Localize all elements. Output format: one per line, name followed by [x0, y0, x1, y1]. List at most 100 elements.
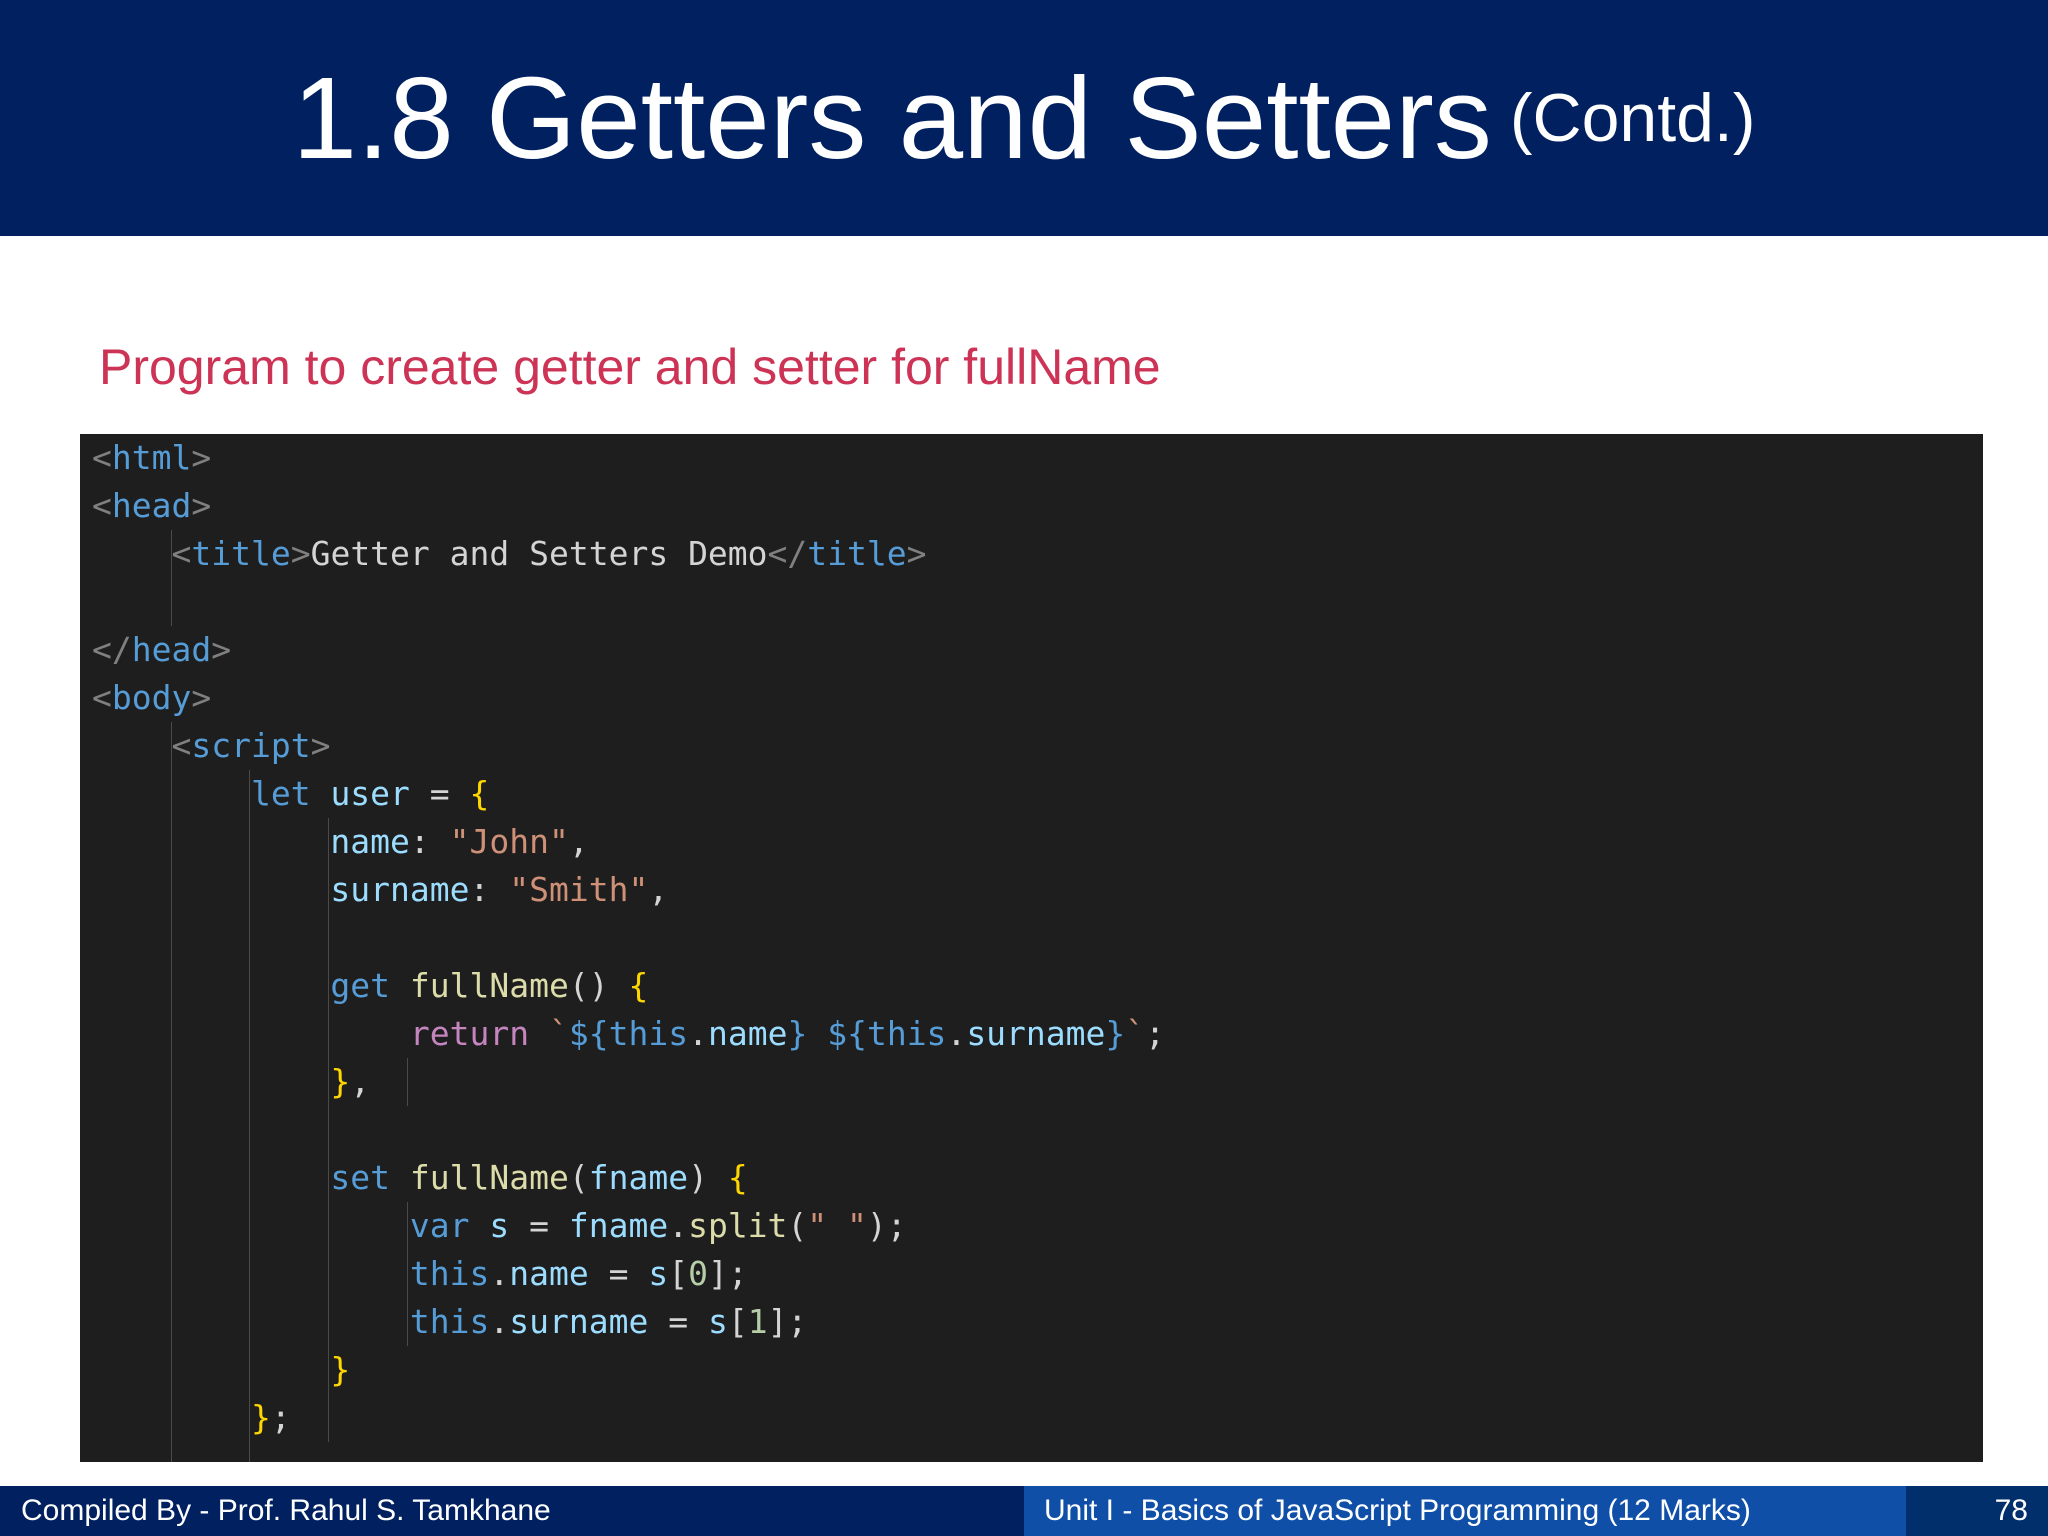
code-token: {: [628, 966, 649, 1005]
code-token: ,: [350, 1062, 371, 1101]
code-token: }: [1105, 1014, 1126, 1053]
code-token: " ": [807, 1206, 867, 1245]
code-token: >: [191, 486, 212, 525]
code-token: `: [548, 1014, 569, 1053]
code-token: `: [1125, 1014, 1146, 1053]
code-token: fullName: [409, 1158, 569, 1197]
code-token: get: [330, 966, 391, 1005]
code-token: "Smith": [509, 870, 649, 909]
code-token: return: [409, 1014, 530, 1053]
code-token: ,: [648, 870, 669, 909]
code-token: .: [668, 1206, 689, 1245]
code-line: this.surname = s[1];: [92, 1298, 807, 1346]
code-token: ];: [707, 1254, 748, 1293]
code-token: 1: [747, 1302, 768, 1341]
code-token: s: [489, 1206, 510, 1245]
indent-guide: [407, 1058, 408, 1106]
code-line: get fullName() {: [92, 962, 648, 1010]
code-token: body: [111, 678, 192, 717]
code-token: :: [409, 822, 450, 861]
code-line: return `${this.name} ${this.surname}`;: [92, 1010, 1165, 1058]
code-token: {: [469, 774, 490, 813]
code-token: user: [330, 774, 410, 813]
code-token: }: [787, 1014, 808, 1053]
code-line: }: [92, 1346, 350, 1394]
code-token: ${: [827, 1014, 867, 1053]
code-token: <: [92, 438, 112, 477]
slide-title: 1.8 Getters and Setters: [292, 53, 1492, 183]
code-token: fname: [568, 1206, 669, 1245]
code-token: }: [250, 1398, 271, 1437]
code-token: =: [648, 1302, 708, 1341]
code-line: },: [92, 1058, 370, 1106]
code-line: surname: "Smith",: [92, 866, 668, 914]
code-token: {: [727, 1158, 748, 1197]
code-token: var: [409, 1206, 470, 1245]
code-token: }: [330, 1350, 351, 1389]
code-token: ];: [767, 1302, 808, 1341]
code-token: surname: [330, 870, 470, 909]
code-line: set fullName(fname) {: [92, 1154, 748, 1202]
code-token: =: [588, 1254, 649, 1293]
code-token: this: [608, 1014, 689, 1053]
code-token: set: [330, 1158, 391, 1197]
code-token: >: [191, 678, 212, 717]
code-line: </head>: [92, 626, 231, 674]
code-line: this.name = s[0];: [92, 1250, 748, 1298]
code-token: Getter and Setters Demo: [310, 534, 768, 573]
code-token: =: [409, 774, 470, 813]
code-token: <: [92, 678, 112, 717]
code-token: <: [171, 534, 192, 573]
footer-page-number: 78: [1906, 1486, 2048, 1536]
code-token: title: [191, 534, 291, 573]
code-line: <html>: [92, 434, 211, 482]
code-token: this: [409, 1302, 490, 1341]
code-line: let user = {: [92, 770, 489, 818]
code-token: </: [767, 534, 808, 573]
code-token: .: [688, 1014, 708, 1053]
slide-footer: Compiled By - Prof. Rahul S. Tamkhane Un…: [0, 1486, 2048, 1536]
code-token: title: [807, 534, 907, 573]
code-line: <script>: [92, 722, 330, 770]
code-token: ;: [1145, 1014, 1166, 1053]
code-line: };: [92, 1394, 291, 1442]
code-token: head: [131, 630, 212, 669]
code-token: 0: [688, 1254, 708, 1293]
code-token: (): [568, 966, 629, 1005]
code-token: surname: [509, 1302, 649, 1341]
code-token: .: [489, 1254, 510, 1293]
code-token: (: [568, 1158, 589, 1197]
code-token: let: [250, 774, 311, 813]
code-token: "John": [449, 822, 569, 861]
code-token: ,: [568, 822, 589, 861]
slide-header: 1.8 Getters and Setters (Contd.): [0, 0, 2048, 236]
code-token: fname: [588, 1158, 689, 1197]
code-token: name: [707, 1014, 788, 1053]
code-token: this: [866, 1014, 947, 1053]
code-token: ${: [568, 1014, 609, 1053]
code-token: ;: [270, 1398, 291, 1437]
code-token: ): [688, 1158, 728, 1197]
slide-title-suffix: (Contd.): [1509, 80, 1756, 156]
code-token: >: [310, 726, 331, 765]
code-token: );: [866, 1206, 907, 1245]
code-token: script: [191, 726, 311, 765]
code-line: var s = fname.split(" ");: [92, 1202, 907, 1250]
